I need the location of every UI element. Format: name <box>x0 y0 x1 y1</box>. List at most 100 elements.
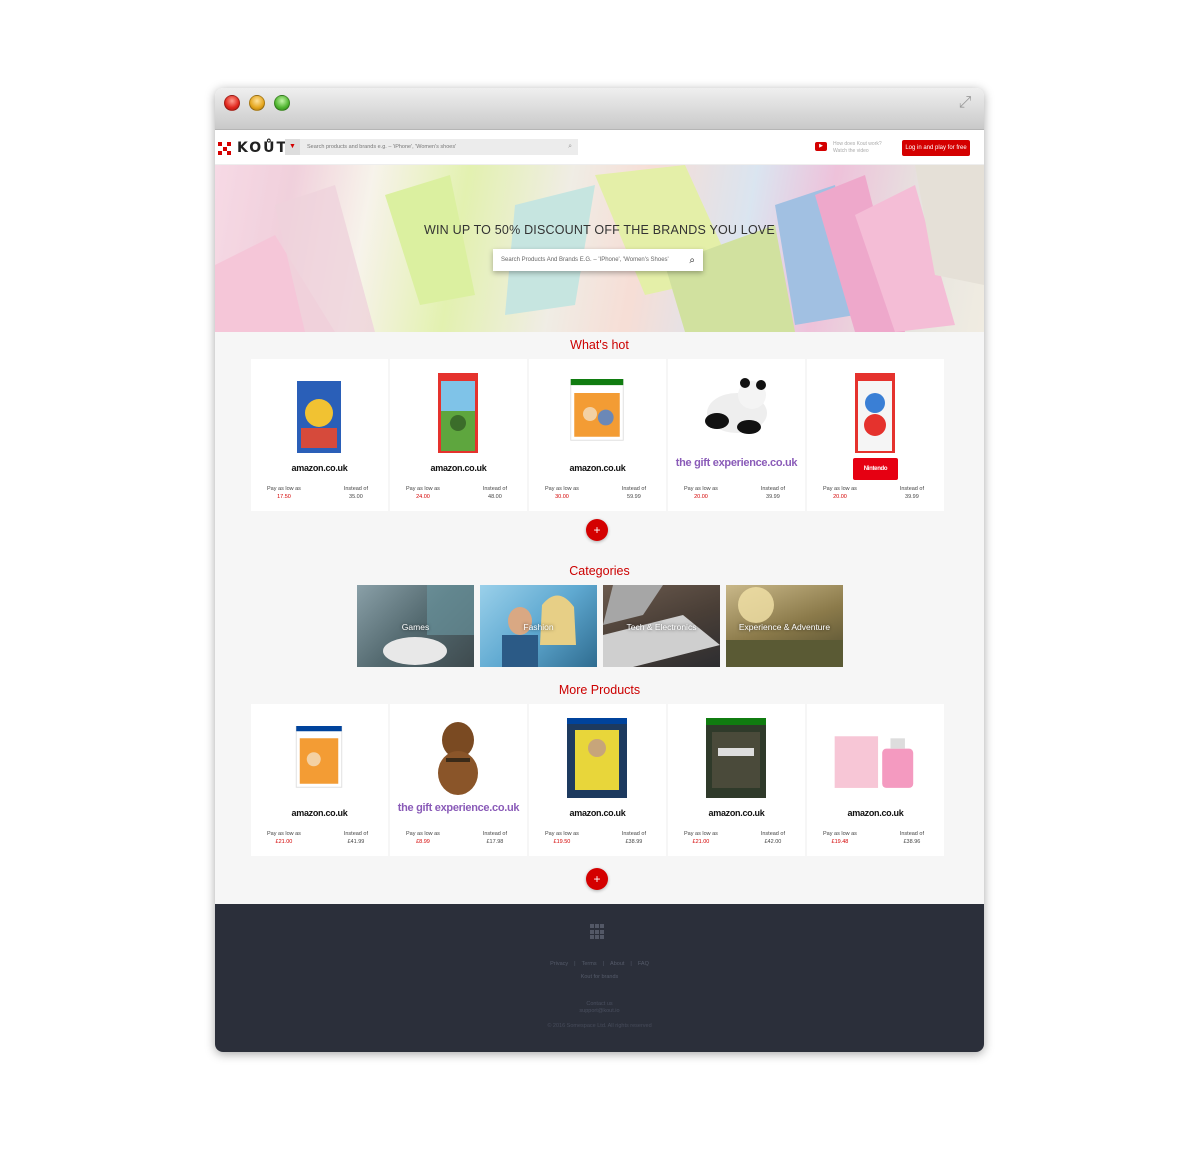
instead-label: Instead of <box>899 831 924 837</box>
product-card[interactable]: amazon.co.uk Pay as low as £21.00 Instead… <box>251 704 388 856</box>
instead-value: 48.00 <box>488 494 502 500</box>
contact-label: Contact us <box>586 1001 613 1007</box>
pay-label: Pay as low as <box>684 486 718 492</box>
product-card[interactable]: amazon.co.uk Pay as low as £21.00 Instead… <box>668 704 805 856</box>
retailer-logo: amazon.co.uk <box>430 463 487 473</box>
product-card[interactable]: Nintendo Pay as low as 20.00 Instead of 39… <box>807 359 944 511</box>
hero-banner: WIN UP TO 50% DISCOUNT OFF THE BRANDS YO… <box>215 165 984 332</box>
pay-value: 20.00 <box>833 494 847 500</box>
instead-label: Instead of <box>760 486 785 492</box>
category-fashion[interactable]: Fashion <box>480 585 597 667</box>
instead-label: Instead of <box>482 486 507 492</box>
pay-as-low-as: Pay as low as 17.50 <box>267 485 301 501</box>
category-games[interactable]: Games <box>357 585 474 667</box>
pay-as-low-as: Pay as low as 20.00 <box>823 485 857 501</box>
product-card[interactable]: the gift experience.co.uk Pay as low as 2… <box>668 359 805 511</box>
product-card[interactable]: amazon.co.uk Pay as low as 30.00 Instead … <box>529 359 666 511</box>
product-card[interactable]: the gift experience.co.uk Pay as low as £… <box>390 704 527 856</box>
pay-label: Pay as low as <box>545 486 579 492</box>
category-tech-electronics[interactable]: Tech & Electronics <box>603 585 720 667</box>
product-image-smash-bros <box>297 373 341 453</box>
pay-value: 24.00 <box>416 494 430 500</box>
pay-value: 17.50 <box>277 494 291 500</box>
hero-search-bar[interactable]: Search Products And Brands E.G. – 'IPhon… <box>493 249 703 271</box>
instead-value: 39.99 <box>905 494 919 500</box>
more-products-list: amazon.co.uk Pay as low as £21.00 Instead… <box>251 704 944 856</box>
instead-of: Instead of 59.99 <box>622 485 646 501</box>
pay-as-low-as: Pay as low as £21.00 <box>267 830 301 846</box>
contact-email[interactable]: support@kout.io <box>215 1008 984 1015</box>
instead-value: 39.99 <box>766 494 780 500</box>
instead-value: £41.99 <box>347 839 365 845</box>
product-card[interactable]: amazon.co.uk Pay as low as 24.00 Instead … <box>390 359 527 511</box>
instead-of: Instead of £41.99 <box>344 830 368 846</box>
footer-contact: Contact us support@kout.io <box>215 1001 984 1015</box>
maximize-window-button[interactable] <box>274 95 290 111</box>
chevron-down-icon[interactable]: ▼ <box>285 139 300 155</box>
browser-window: ⤢ KOŮT ▼ Search products and brands e.g.… <box>215 88 984 1052</box>
logo[interactable]: KOŮT <box>218 140 288 156</box>
fullscreen-icon[interactable]: ⤢ <box>956 94 974 112</box>
categories-list: Games Fashion Tech & Electronics Experie… <box>357 585 843 667</box>
login-button[interactable]: Log in and play for free <box>902 140 970 156</box>
product-image-overwatch-ps4 <box>295 726 343 788</box>
instead-of: Instead of £42.00 <box>761 830 785 846</box>
footer: Privacy | Terms | About | FAQ Kout for brands … <box>215 904 984 1052</box>
hero-title: WIN UP TO 50% DISCOUNT OFF THE BRANDS YO… <box>424 223 775 237</box>
footer-links: Privacy | Terms | About | FAQ <box>550 961 649 967</box>
video-play-icon[interactable]: ▶ <box>815 142 827 151</box>
retailer-logo: amazon.co.uk <box>291 463 348 473</box>
more-products-button[interactable]: + <box>586 868 608 890</box>
hero-search-input[interactable]: Search Products And Brands E.G. – 'IPhon… <box>493 257 689 263</box>
product-image-zelda <box>438 373 478 453</box>
logo-text: KOŮT <box>237 140 289 156</box>
instead-label: Instead of <box>343 486 368 492</box>
pay-label: Pay as low as <box>823 831 857 837</box>
more-hot-button[interactable]: + <box>586 519 608 541</box>
product-card[interactable]: amazon.co.uk Pay as low as £19.48 Instead… <box>807 704 944 856</box>
category-label: Tech & Electronics <box>626 622 697 632</box>
minimize-window-button[interactable] <box>249 95 265 111</box>
product-image-overwatch <box>570 379 624 441</box>
instead-label: Instead of <box>760 831 785 837</box>
instead-label: Instead of <box>343 831 368 837</box>
pay-as-low-as: Pay as low as £21.00 <box>684 830 718 846</box>
categories-title: Categories <box>569 564 630 578</box>
whats-hot-title: What's hot <box>570 338 629 352</box>
category-label: Experience & Adventure <box>738 622 831 632</box>
pay-label: Pay as low as <box>267 486 301 492</box>
footer-link-faq[interactable]: FAQ <box>638 961 649 967</box>
instead-of: Instead of £38.96 <box>900 830 924 846</box>
footer-link-terms[interactable]: Terms <box>582 961 597 967</box>
pay-label: Pay as low as <box>684 831 718 837</box>
pay-value: 30.00 <box>555 494 569 500</box>
instead-of: Instead of 39.99 <box>900 485 924 501</box>
nav-search-bar[interactable]: ▼ Search products and brands e.g. – 'iPh… <box>285 139 578 155</box>
category-experience-adventure[interactable]: Experience & Adventure <box>726 585 843 667</box>
pay-value: £19.50 <box>553 839 571 845</box>
footer-link-privacy[interactable]: Privacy <box>550 961 568 967</box>
watch-video-text: Watch the video <box>833 148 869 154</box>
pay-as-low-as: Pay as low as £19.50 <box>545 830 579 846</box>
search-icon[interactable]: ⌕ <box>689 255 703 266</box>
retailer-logo: amazon.co.uk <box>847 808 904 818</box>
instead-of: Instead of £38.99 <box>622 830 646 846</box>
instead-value: £38.96 <box>903 839 921 845</box>
footer-link-about[interactable]: About <box>610 961 624 967</box>
product-card[interactable]: amazon.co.uk Pay as low as 17.50 Instead … <box>251 359 388 511</box>
instead-label: Instead of <box>899 486 924 492</box>
footer-link-brands[interactable]: Kout for brands <box>215 974 984 980</box>
nav-search-input[interactable]: Search products and brands e.g. – 'iPhon… <box>300 144 568 150</box>
pay-value: £21.00 <box>692 839 710 845</box>
product-card[interactable]: amazon.co.uk Pay as low as £19.50 Instead… <box>529 704 666 856</box>
how-it-works-link[interactable]: How does Kout work? Watch the video <box>833 141 882 155</box>
how-it-works-text: How does Kout work? <box>833 141 882 147</box>
product-image-fifa17 <box>567 718 627 798</box>
search-icon[interactable]: ⌕ <box>568 143 578 151</box>
product-image-resident-evil <box>706 718 766 798</box>
close-window-button[interactable] <box>224 95 240 111</box>
pay-label: Pay as low as <box>545 831 579 837</box>
pay-as-low-as: Pay as low as £19.48 <box>823 830 857 846</box>
retailer-logo: the gift experience.co.uk <box>397 802 520 814</box>
instead-value: £17.98 <box>486 839 504 845</box>
